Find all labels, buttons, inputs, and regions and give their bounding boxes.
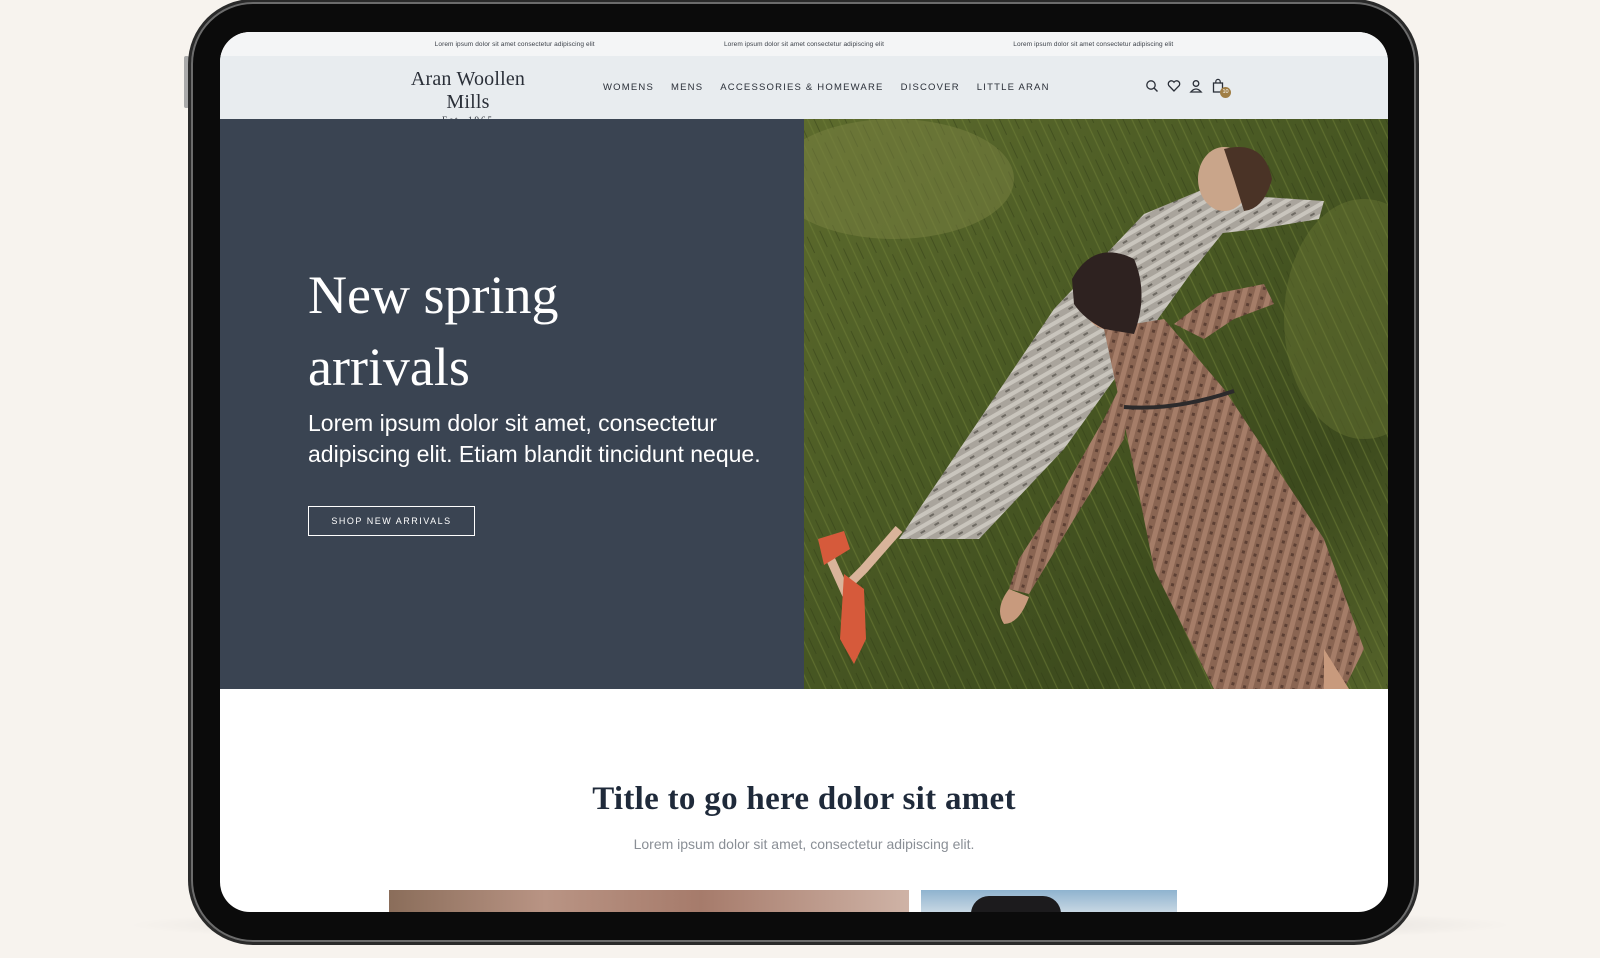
site-logo[interactable]: Aran Woollen Mills Est. 1965 <box>388 68 548 125</box>
announcement-message[interactable]: Lorem ipsum dolor sit amet consectetur a… <box>724 41 884 48</box>
featured-tile-2[interactable] <box>921 890 1177 912</box>
hero-image <box>804 119 1388 689</box>
nav-mens[interactable]: MENS <box>671 82 703 93</box>
hero-title-line-2: arrivals <box>308 337 470 397</box>
cart-count-badge: 10 <box>1220 87 1231 98</box>
announcement-bar: Lorem ipsum dolor sit amet consectetur a… <box>220 32 1388 56</box>
announcement-message[interactable]: Lorem ipsum dolor sit amet consectetur a… <box>1013 41 1173 48</box>
bag-icon[interactable]: 10 <box>1211 78 1231 98</box>
device-volume-button <box>184 56 189 108</box>
nav-womens[interactable]: WOMENS <box>603 82 654 93</box>
main-nav: WOMENS MENS ACCESSORIES & HOMEWARE DISCO… <box>603 82 1050 93</box>
nav-accessories-homeware[interactable]: ACCESSORIES & HOMEWARE <box>720 82 883 93</box>
tile-photo-people <box>971 896 1061 912</box>
nav-little-aran[interactable]: LITTLE ARAN <box>977 82 1050 93</box>
tablet-screen: Lorem ipsum dolor sit amet consectetur a… <box>220 32 1388 912</box>
hero-title: New spring arrivals <box>308 259 728 403</box>
section-subtitle: Lorem ipsum dolor sit amet, consectetur … <box>633 836 975 852</box>
featured-section: Title to go here dolor sit amet Lorem ip… <box>220 689 1388 852</box>
hero-photo-women-on-grass <box>804 119 1388 689</box>
account-icon[interactable] <box>1189 78 1203 94</box>
hero-banner: New spring arrivals Lorem ipsum dolor si… <box>220 119 1388 689</box>
hero-description: Lorem ipsum dolor sit amet, consectetur … <box>308 410 761 467</box>
featured-tile-1[interactable] <box>389 890 909 912</box>
shop-new-arrivals-button[interactable]: SHOP NEW ARRIVALS <box>308 506 475 536</box>
hero-text-panel: New spring arrivals Lorem ipsum dolor si… <box>220 119 804 689</box>
logo-name: Aran Woollen Mills <box>410 68 526 113</box>
site-header: Aran Woollen Mills Est. 1965 WOMENS MENS… <box>220 56 1388 125</box>
featured-tiles <box>389 890 1179 912</box>
heart-icon[interactable] <box>1167 78 1181 94</box>
announcement-message[interactable]: Lorem ipsum dolor sit amet consectetur a… <box>435 41 595 48</box>
section-title: Title to go here dolor sit amet <box>592 781 1016 817</box>
hero-title-line-1: New spring <box>308 265 559 325</box>
nav-discover[interactable]: DISCOVER <box>901 82 960 93</box>
search-icon[interactable] <box>1145 78 1159 94</box>
header-actions: 10 <box>1145 78 1231 98</box>
